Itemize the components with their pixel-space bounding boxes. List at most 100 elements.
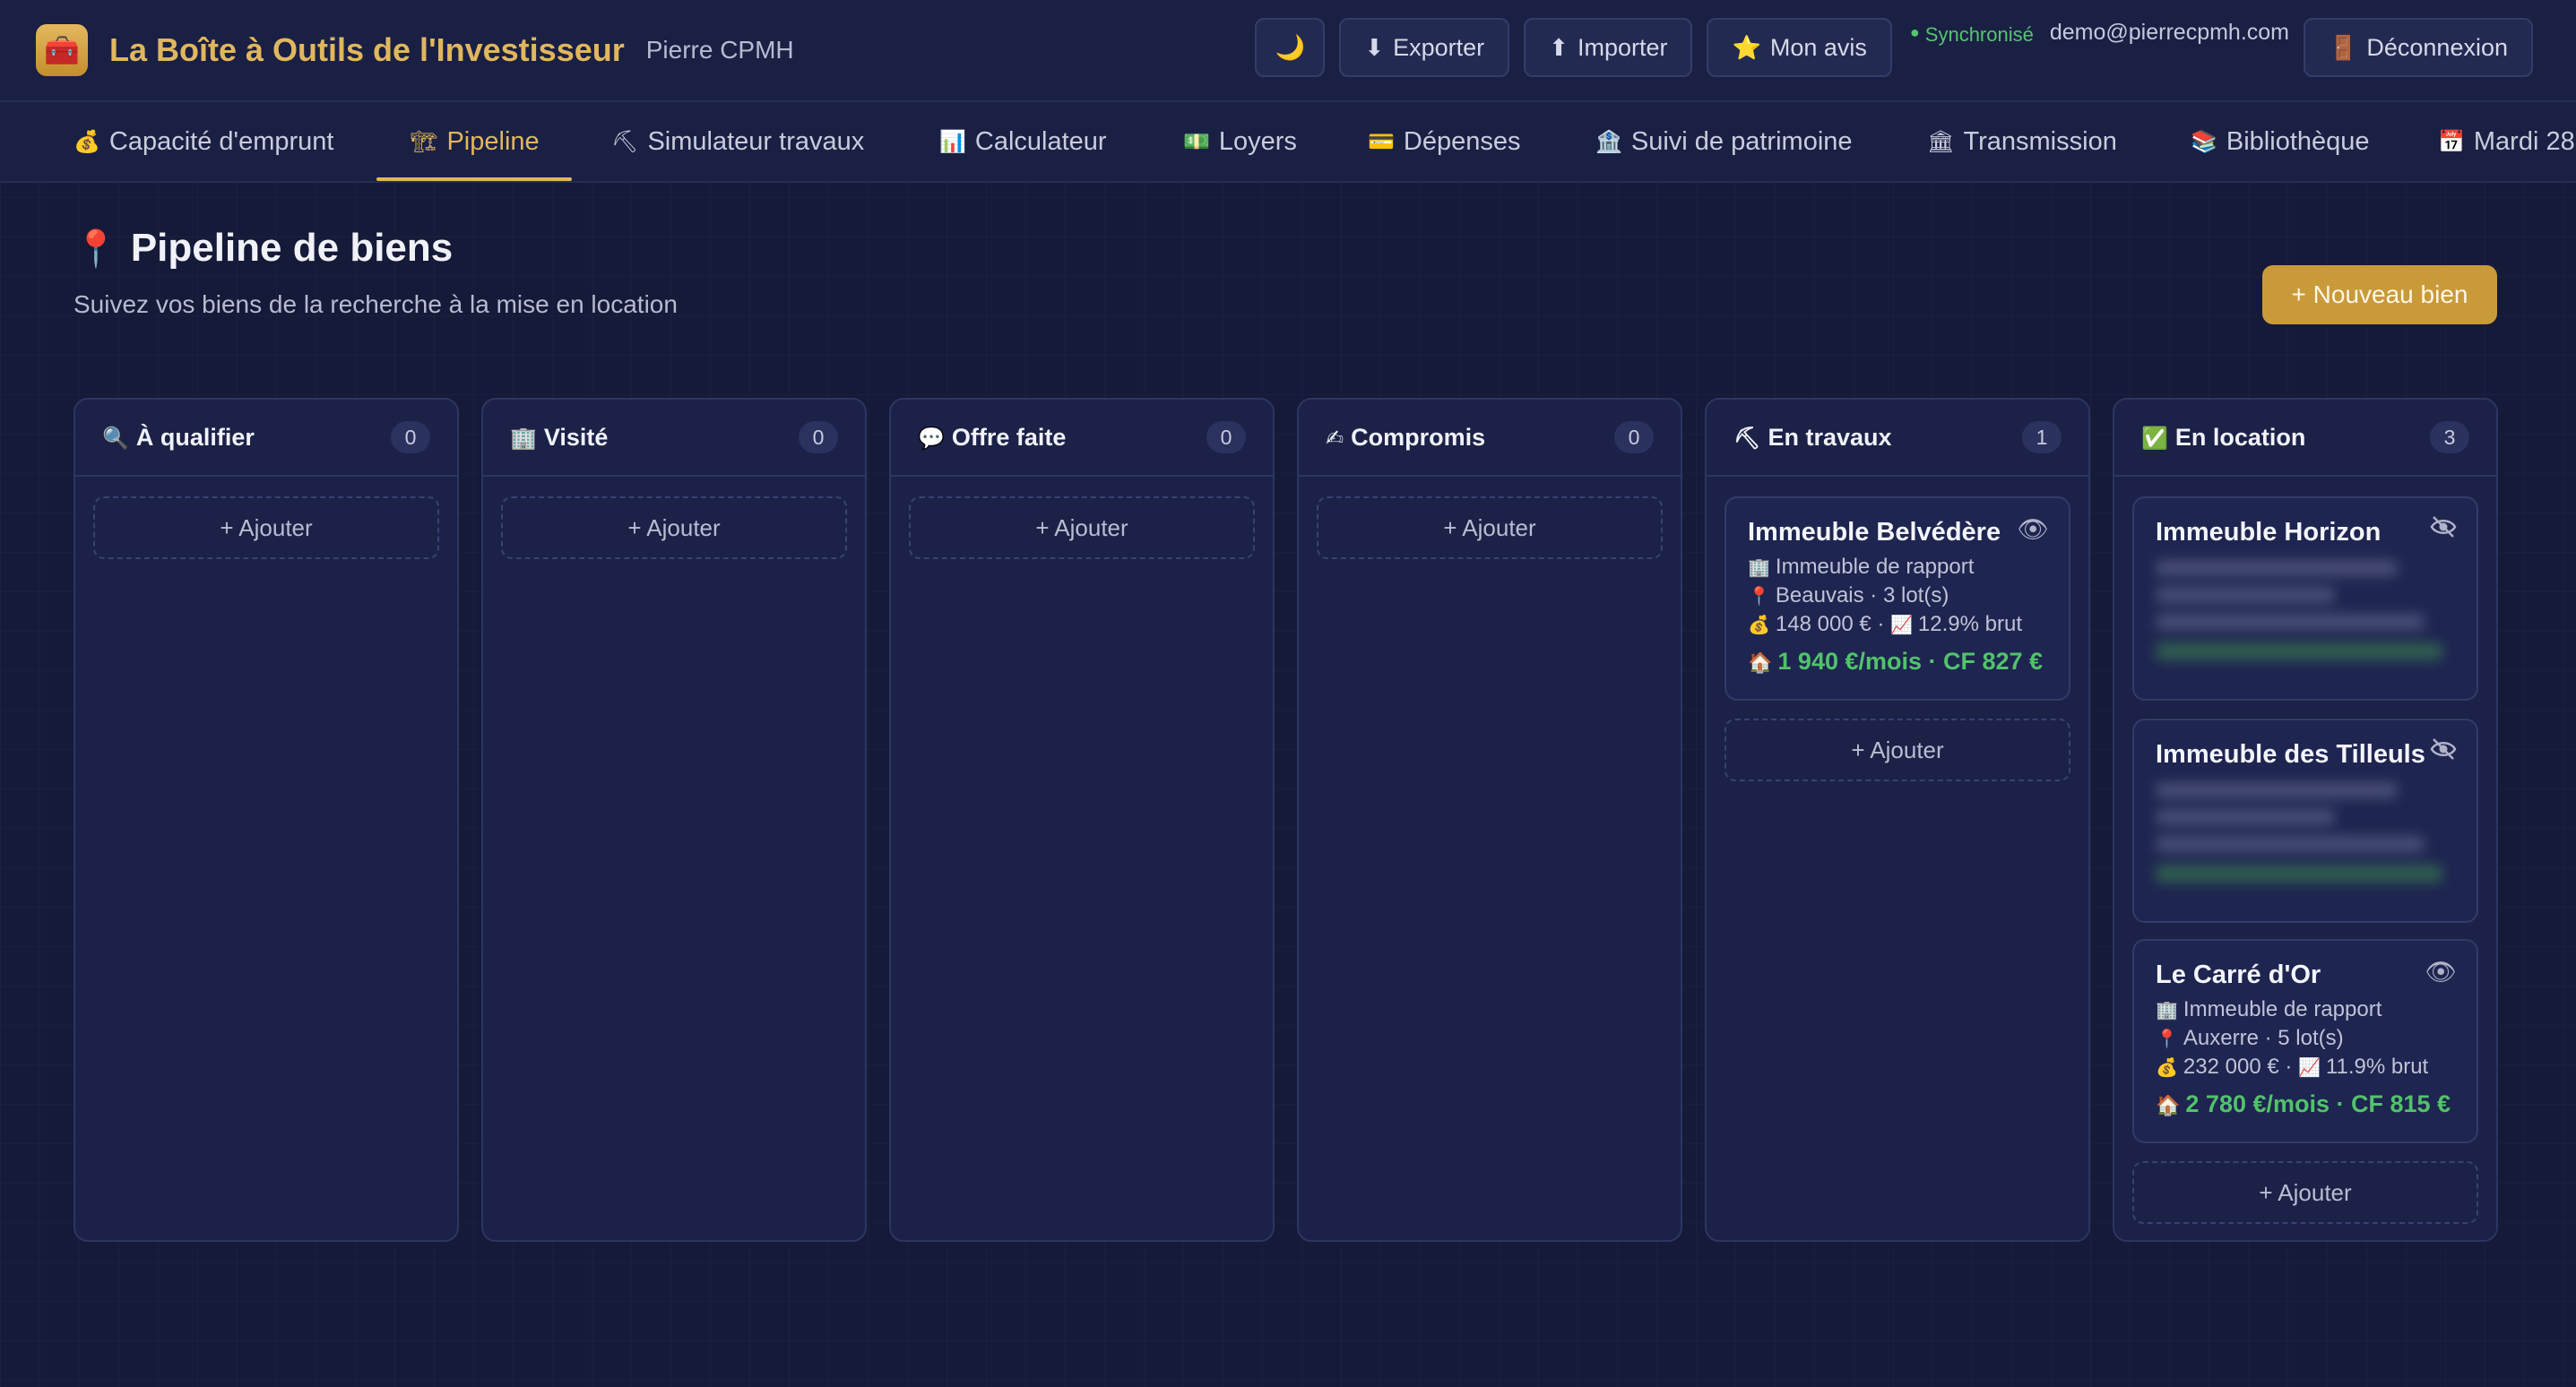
star-icon: ⭐ <box>1732 33 1761 61</box>
money-bag-icon: 💰 <box>2156 1058 2178 1078</box>
eye-off-icon-svg <box>2430 738 2457 760</box>
add-card-button[interactable]: + Ajouter <box>2132 1161 2478 1224</box>
writing-hand-icon: ✍ <box>1326 426 1344 451</box>
review-button[interactable]: ⭐ Mon avis <box>1707 18 1892 77</box>
add-card-button[interactable]: + Ajouter <box>1317 496 1663 559</box>
column-header: 🏢 Visité 0 <box>483 400 865 477</box>
money-bag-icon: 💰 <box>73 129 100 154</box>
column-title: 💬 Offre faite <box>918 424 1066 452</box>
add-card-button[interactable]: + Ajouter <box>909 496 1255 559</box>
sync-label: Synchronisé <box>1924 23 2034 46</box>
import-button[interactable]: ⬆ Importer <box>1524 18 1693 77</box>
column-title: ✍ Compromis <box>1326 424 1485 452</box>
logout-label: Déconnexion <box>2366 33 2508 61</box>
tab-label: Mardi 28 j <box>2473 126 2576 156</box>
property-price: 148 000 € · <box>1775 612 1891 636</box>
pin-icon: 📍 <box>2156 1029 2178 1049</box>
eye-off-icon[interactable] <box>2430 514 2457 546</box>
property-location-text: Beauvais · 3 lot(s) <box>1775 583 1949 607</box>
export-label: Exporter <box>1393 33 1485 61</box>
property-name: Immeuble Belvédère <box>1748 518 2001 547</box>
property-card[interactable]: Immeuble Horizon <box>2132 496 2478 701</box>
property-card[interactable]: Immeuble Belvédère 👁 🏢 Immeuble de rappor… <box>1725 496 2070 701</box>
column-title: 🏢 Visité <box>510 424 608 452</box>
column-count-badge: 3 <box>2430 421 2469 453</box>
eye-icon[interactable]: 👁 <box>2017 514 2049 544</box>
tab-loyers[interactable]: 💵 Loyers <box>1183 102 1297 181</box>
column-title-text: Visité <box>543 423 609 451</box>
bank-icon: 🏦 <box>1595 129 1622 154</box>
magnifier-icon: 🔍 <box>102 426 129 451</box>
add-card-button[interactable]: + Ajouter <box>501 496 847 559</box>
bar-chart-icon: 📊 <box>939 129 966 154</box>
eye-off-icon-svg <box>2430 516 2457 538</box>
tab-label: Bibliothèque <box>2226 126 2370 156</box>
sync-status: ● Synchronisé <box>1910 18 2034 77</box>
property-rent-text: 2 780 €/mois · CF 815 € <box>2185 1090 2451 1117</box>
tab-pipeline[interactable]: 🏗 Pipeline <box>411 102 540 181</box>
tab-label: Pipeline <box>446 126 540 156</box>
add-card-button[interactable]: + Ajouter <box>1725 719 2070 781</box>
tab-label: Dépenses <box>1403 126 1521 156</box>
column-title: ✅ En location <box>2141 424 2305 452</box>
office-building-icon: 🏢 <box>510 426 537 451</box>
tab-label: Calculateur <box>974 126 1107 156</box>
export-button[interactable]: ⬇ Exporter <box>1339 18 1510 77</box>
property-rent: 🏠 2 780 €/mois · CF 815 € <box>2156 1090 2455 1118</box>
page-title-text: Pipeline de biens <box>130 226 454 270</box>
column-count-badge: 1 <box>2022 421 2062 453</box>
tab-date[interactable]: 📅 Mardi 28 j <box>2438 102 2576 181</box>
house-icon: 🏠 <box>1748 651 1773 674</box>
column-title-text: En travaux <box>1768 423 1892 451</box>
property-card[interactable]: Le Carré d'Or 👁 🏢 Immeuble de rapport 📍 Au… <box>2132 939 2478 1143</box>
page-subtitle: Suivez vos biens de la recherche à la mi… <box>73 290 678 318</box>
import-label: Importer <box>1577 33 1668 61</box>
sync-dot-icon: ● <box>1909 23 1920 41</box>
column-header: 🔍 À qualifier 0 <box>75 400 457 477</box>
office-building-icon: 🏢 <box>2156 1001 2178 1021</box>
property-location: 📍 Auxerre · 5 lot(s) <box>2156 1026 2455 1051</box>
tab-simulateur-travaux[interactable]: ⛏ Simulateur travaux <box>611 102 864 181</box>
column-title-text: Compromis <box>1351 423 1486 451</box>
property-price: 232 000 € · <box>2183 1055 2299 1079</box>
pin-icon: 📍 <box>73 229 118 269</box>
hidden-card-details <box>2156 560 2455 660</box>
property-name: Le Carré d'Or <box>2156 961 2321 989</box>
column-count-badge: 0 <box>1206 421 1246 453</box>
property-type-text: Immeuble de rapport <box>2183 997 2382 1021</box>
eye-off-icon[interactable] <box>2430 737 2457 768</box>
money-bag-icon: 💰 <box>1748 616 1770 635</box>
new-property-button[interactable]: + Nouveau bien <box>2262 265 2497 324</box>
user-name: Pierre CPMH <box>645 36 794 64</box>
column-header: ✅ En location 3 <box>2114 400 2496 477</box>
pin-icon: 📍 <box>1748 587 1770 607</box>
property-price-yield: 💰 232 000 € · 📈 11.9% brut <box>2156 1055 2455 1080</box>
add-card-button[interactable]: + Ajouter <box>93 496 439 559</box>
tab-bibliotheque[interactable]: 📚 Bibliothèque <box>2191 102 2370 181</box>
tab-suivi-patrimoine[interactable]: 🏦 Suivi de patrimoine <box>1595 102 1853 181</box>
column-count-badge: 0 <box>391 421 430 453</box>
hidden-card-details <box>2156 782 2455 883</box>
tab-depenses[interactable]: 💳 Dépenses <box>1368 102 1520 181</box>
property-card[interactable]: Immeuble des Tilleuls <box>2132 719 2478 923</box>
main-nav: 💰 Capacité d'emprunt 🏗 Pipeline ⛏ Simula… <box>0 100 2576 183</box>
column-compromis: ✍ Compromis 0 + Ajouter <box>1297 398 1682 1242</box>
chart-increasing-icon: 📈 <box>2298 1058 2321 1078</box>
tab-label: Loyers <box>1218 126 1297 156</box>
user-email: demo@pierrecpmh.com <box>2049 20 2289 45</box>
property-rent-text: 1 940 €/mois · CF 827 € <box>1777 648 2044 675</box>
tab-calculateur[interactable]: 📊 Calculateur <box>939 102 1107 181</box>
property-name: Immeuble Horizon <box>2156 518 2382 547</box>
tab-transmission[interactable]: 🏛 Transmission <box>1927 102 2117 181</box>
calendar-icon: 📅 <box>2438 129 2465 154</box>
property-location-text: Auxerre · 5 lot(s) <box>2183 1026 2344 1050</box>
eye-icon[interactable]: 👁 <box>2425 957 2457 986</box>
column-visite: 🏢 Visité 0 + Ajouter <box>481 398 867 1242</box>
property-type: 🏢 Immeuble de rapport <box>1748 555 2047 580</box>
theme-toggle-button[interactable]: 🌙 <box>1255 18 1326 77</box>
tab-capacite-emprunt[interactable]: 💰 Capacité d'emprunt <box>73 102 333 181</box>
pickaxe-icon: ⛏ <box>611 129 639 154</box>
banknote-icon: 💵 <box>1183 129 1210 154</box>
logout-button[interactable]: 🚪 Déconnexion <box>2304 18 2533 77</box>
page-title: 📍 Pipeline de biens <box>73 226 453 271</box>
